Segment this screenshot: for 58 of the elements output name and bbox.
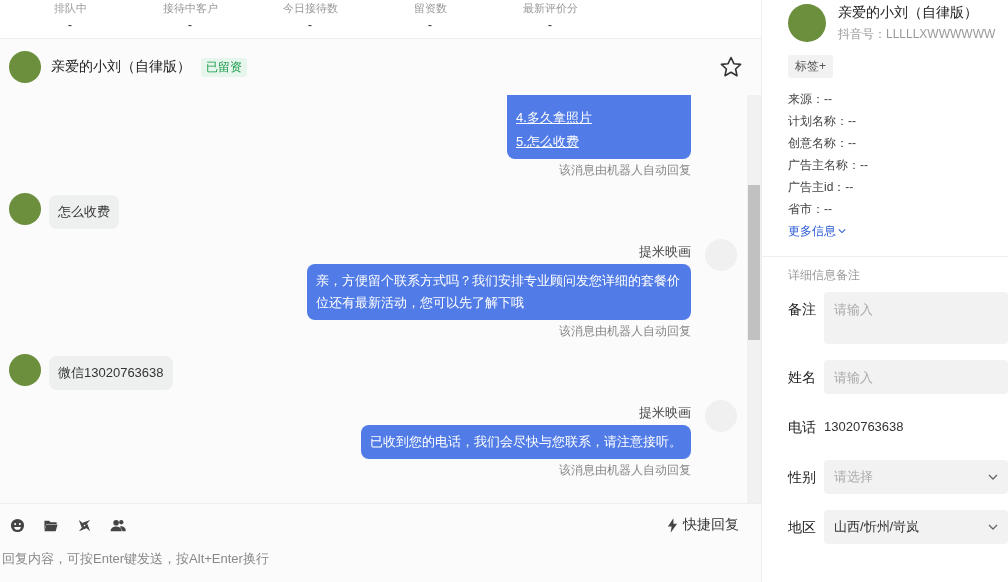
avatar xyxy=(9,354,41,386)
quick-reply-button[interactable]: 快捷回复 xyxy=(667,516,739,534)
message-bubble: 怎么收费 xyxy=(49,195,119,229)
status-badge: 已留资 xyxy=(201,57,247,77)
field-label: 电话 xyxy=(788,418,816,437)
select-field[interactable]: 山西/忻州/岢岚 xyxy=(824,510,1008,544)
stat-value: - xyxy=(187,16,193,34)
chevron-icon xyxy=(838,228,846,234)
info-line: 创意名称：-- xyxy=(788,135,857,152)
users-icon[interactable] xyxy=(110,517,126,533)
sender-name: 提米映画 xyxy=(639,243,691,261)
info-line: 广告主id：-- xyxy=(788,179,855,196)
stat-label: 留资数 xyxy=(413,1,447,16)
menu-link[interactable]: 5.怎么收费 xyxy=(516,131,682,153)
auto-reply-note: 该消息由机器人自动回复 xyxy=(559,323,691,340)
field-label: 备注 xyxy=(788,300,816,319)
chevron-icon xyxy=(988,524,998,530)
remark-field[interactable]: 请输入 xyxy=(824,292,1008,344)
message-bubble: 亲，方便留个联系方式吗？我们安排专业顾问发您详细的套餐价位还有最新活动，您可以先了解下哦 xyxy=(307,264,691,320)
phone-value: 13020763638 xyxy=(824,418,904,436)
menu-link[interactable]: 4.多久拿照片 xyxy=(516,107,682,129)
star-icon[interactable] xyxy=(719,55,743,79)
pinwheel-icon[interactable] xyxy=(77,517,92,533)
emoji-icon[interactable] xyxy=(10,517,25,533)
scrollbar[interactable] xyxy=(747,95,761,503)
douyin-id: 抖音号：LLLLLXWWWWWW xyxy=(838,26,996,43)
message-bubble: 已收到您的电话，我们会尽快与您联系，请注意接听。 xyxy=(361,425,691,459)
info-line: 来源：-- xyxy=(788,91,833,108)
stat-label: 接待中客户 xyxy=(162,1,218,16)
reply-input[interactable]: 回复内容，可按Enter键发送，按Alt+Enter换行 xyxy=(0,546,761,582)
stat-value: - xyxy=(307,16,313,34)
field-label: 姓名 xyxy=(788,368,816,387)
contact-name: 亲爱的小刘（自律版） xyxy=(838,4,979,22)
message-bubble: 微信13020763638 xyxy=(49,356,173,390)
sender-name: 提米映画 xyxy=(639,404,691,422)
more-info-link[interactable]: 更多信息 xyxy=(788,220,1008,242)
chevron-icon xyxy=(988,474,998,480)
name-field[interactable]: 请输入 xyxy=(824,360,1008,394)
stat-value: - xyxy=(427,16,433,34)
stat-value: - xyxy=(547,16,553,34)
avatar xyxy=(9,193,41,225)
lightning-icon xyxy=(667,517,678,533)
stat-label: 最新评价分 xyxy=(522,1,578,16)
section-title: 详细信息备注 xyxy=(788,267,861,284)
field-label: 地区 xyxy=(788,518,816,537)
auto-reply-note: 该消息由机器人自动回复 xyxy=(559,462,691,479)
stat-value: - xyxy=(67,16,73,34)
contact-name: 亲爱的小刘（自律版） xyxy=(51,58,191,76)
avatar xyxy=(788,4,826,42)
info-line: 计划名称：-- xyxy=(788,113,857,130)
stat-label: 排队中 xyxy=(53,1,87,16)
info-line: 广告主名称：-- xyxy=(788,157,869,174)
stat-label: 今日接待数 xyxy=(282,1,338,16)
info-line: 省市：-- xyxy=(788,201,833,218)
field-label: 性别 xyxy=(788,468,816,487)
auto-reply-note: 该消息由机器人自动回复 xyxy=(559,162,691,179)
avatar xyxy=(9,51,41,83)
tag-button[interactable]: 标签+ xyxy=(788,55,833,78)
